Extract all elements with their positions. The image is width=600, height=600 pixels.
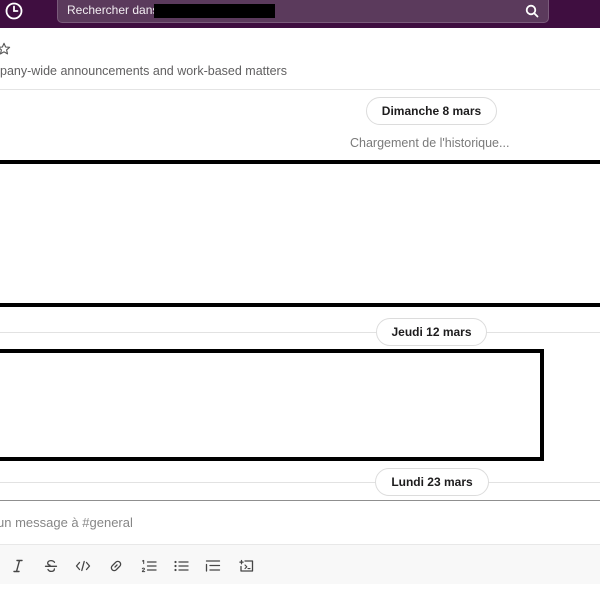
redacted-message-block-2 [0, 349, 544, 461]
history-button[interactable] [2, 1, 26, 25]
channel-header: pany-wide announcements and work-based m… [0, 28, 600, 90]
bulleted-list-icon[interactable] [170, 555, 192, 577]
blockquote-icon[interactable] [202, 555, 224, 577]
code-block-icon[interactable] [235, 555, 257, 577]
loading-history: Chargement de l'historique... [350, 136, 510, 150]
formatting-toolbar [0, 544, 600, 584]
redacted-workspace-name [154, 4, 275, 18]
star-icon[interactable] [0, 42, 11, 56]
search-input[interactable]: Rechercher dans [57, 0, 549, 23]
channel-topic: pany-wide announcements and work-based m… [0, 64, 287, 78]
message-placeholder: un message à #general [0, 515, 133, 530]
date-separator-line [0, 332, 600, 333]
date-divider-2[interactable]: Jeudi 12 mars [376, 318, 487, 346]
ordered-list-icon[interactable] [138, 555, 160, 577]
search-placeholder: Rechercher dans [67, 3, 159, 17]
code-icon[interactable] [72, 555, 94, 577]
message-input[interactable]: un message à #general [0, 501, 600, 543]
history-icon [4, 1, 24, 26]
italic-icon[interactable] [7, 555, 29, 577]
strikethrough-icon[interactable] [40, 555, 62, 577]
link-icon[interactable] [105, 555, 127, 577]
message-composer: un message à #general [0, 500, 600, 584]
redacted-message-block-1 [0, 160, 600, 307]
date-divider-1[interactable]: Dimanche 8 mars [366, 97, 497, 125]
date-separator-line [0, 482, 600, 483]
date-divider-3[interactable]: Lundi 23 mars [375, 468, 489, 496]
top-bar: Rechercher dans [0, 0, 600, 28]
search-icon[interactable] [524, 3, 540, 19]
